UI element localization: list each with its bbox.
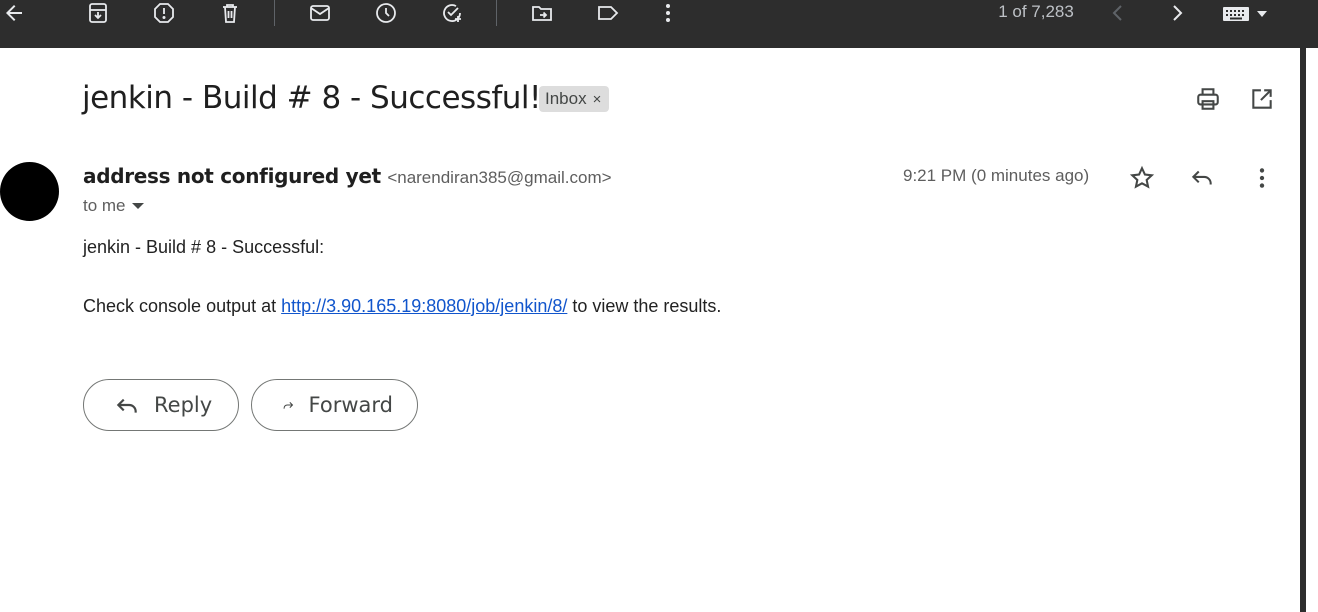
email-timestamp: 9:21 PM (0 minutes ago) [903,166,1090,185]
mark-unread-icon[interactable] [302,0,338,26]
reply-button[interactable]: Reply [83,379,239,431]
recipient-details-toggle[interactable]: to me [83,196,144,216]
remove-label-icon[interactable]: × [593,91,602,108]
delete-icon[interactable] [212,0,248,26]
forward-label: Forward [308,393,393,417]
pager-count: 1 of 7,283 [998,2,1074,21]
sender-avatar[interactable] [0,162,59,221]
print-icon[interactable] [1193,84,1223,114]
sender-info: address not configured yet <narendiran38… [83,164,612,188]
report-spam-icon[interactable] [146,0,182,26]
reply-icon [116,398,137,413]
email-body-line: Check console output at http://3.90.165.… [83,296,721,317]
snooze-icon[interactable] [368,0,404,26]
caret-down-icon [131,203,144,209]
console-output-link[interactable]: http://3.90.165.19:8080/job/jenkin/8/ [281,296,567,316]
recipient-text: to me [83,196,126,215]
sender-name[interactable]: address not configured yet [83,164,381,188]
toolbar-divider [496,0,497,26]
older-chevron-right-icon[interactable] [1159,0,1195,26]
move-to-icon[interactable] [524,0,560,26]
forward-icon [283,402,294,409]
add-task-icon[interactable] [434,0,470,26]
reply-icon[interactable] [1187,163,1217,193]
scrollbar-thumb[interactable] [1300,48,1306,612]
archive-icon[interactable] [80,0,116,26]
newer-chevron-left-icon[interactable] [1100,0,1136,26]
input-tools-keyboard-icon[interactable] [1214,0,1276,26]
forward-button[interactable]: Forward [251,379,418,431]
body-text: to view the results. [567,296,722,316]
label-chip-text: Inbox [545,89,587,108]
open-new-window-icon[interactable] [1247,84,1277,114]
more-vert-icon[interactable] [650,0,686,26]
email-subject: jenkin - Build # 8 - Successful! [82,80,541,116]
sender-email: <narendiran385@gmail.com> [387,168,612,187]
toolbar-divider [274,0,275,26]
more-options-icon[interactable] [1247,163,1277,193]
body-text: Check console output at [83,296,282,316]
label-icon[interactable] [590,0,626,26]
email-body-line: jenkin - Build # 8 - Successful: [83,237,325,257]
top-toolbar: 1 of 7,283 [0,0,1318,48]
star-icon[interactable] [1127,163,1157,193]
reply-label: Reply [154,393,213,417]
inbox-label-chip[interactable]: Inbox × [539,86,610,112]
back-arrow-icon[interactable] [0,0,32,26]
